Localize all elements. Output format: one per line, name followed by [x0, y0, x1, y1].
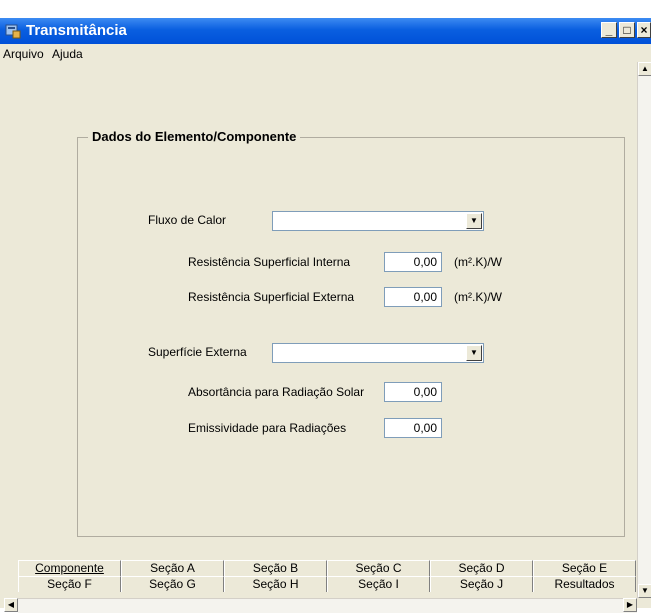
- absortancia-input[interactable]: 0,00: [384, 382, 442, 402]
- menu-bar: Arquivo Ajuda: [0, 44, 651, 62]
- rsi-unit: (m².K)/W: [454, 255, 502, 269]
- tab-row-1: Componente Seção A Seção B Seção C Seção…: [18, 560, 638, 576]
- arrow-up-icon[interactable]: ▲: [638, 62, 651, 76]
- tab-secao-b[interactable]: Seção B: [224, 560, 327, 576]
- tab-secao-e[interactable]: Seção E: [533, 560, 636, 576]
- tab-componente[interactable]: Componente: [18, 560, 121, 576]
- tab-secao-j[interactable]: Seção J: [430, 576, 533, 592]
- chevron-down-icon[interactable]: ▼: [466, 345, 482, 361]
- fluxo-calor-label: Fluxo de Calor: [148, 213, 227, 227]
- menu-ajuda[interactable]: Ajuda: [52, 47, 83, 61]
- rsi-label: Resistência Superficial Interna: [188, 255, 351, 269]
- minimize-button[interactable]: _: [601, 22, 617, 38]
- window-title: Transmitância: [26, 22, 127, 39]
- tab-secao-a[interactable]: Seção A: [121, 560, 224, 576]
- tab-secao-c[interactable]: Seção C: [327, 560, 430, 576]
- fluxo-calor-select[interactable]: ▼: [272, 211, 484, 231]
- absortancia-label: Absortância para Radiação Solar: [188, 385, 365, 399]
- app-window: Transmitância _ □ × Arquivo Ajuda Dados …: [0, 18, 651, 613]
- close-button[interactable]: ×: [637, 22, 651, 38]
- tab-secao-h[interactable]: Seção H: [224, 576, 327, 592]
- tab-secao-i[interactable]: Seção I: [327, 576, 430, 592]
- tab-resultados[interactable]: Resultados: [533, 576, 636, 592]
- emissividade-label: Emissividade para Radiações: [188, 421, 347, 435]
- superficie-externa-label: Superfície Externa: [148, 345, 247, 359]
- horizontal-scrollbar[interactable]: [18, 598, 637, 613]
- emissividade-input[interactable]: 0,00: [384, 418, 442, 438]
- group-title: Dados do Elemento/Componente: [88, 129, 301, 144]
- tab-row-2: Seção F Seção G Seção H Seção I Seção J …: [18, 576, 638, 592]
- rse-unit: (m².K)/W: [454, 290, 502, 304]
- tab-secao-d[interactable]: Seção D: [430, 560, 533, 576]
- vertical-scrollbar[interactable]: ▲ ▼: [637, 62, 651, 598]
- tab-secao-g[interactable]: Seção G: [121, 576, 224, 592]
- rse-label: Resistência Superficial Externa: [188, 290, 355, 304]
- rsi-input[interactable]: 0,00: [384, 252, 442, 272]
- title-bar[interactable]: Transmitância _ □ ×: [0, 18, 651, 44]
- arrow-left-icon[interactable]: ◀: [4, 598, 18, 612]
- tab-secao-f[interactable]: Seção F: [18, 576, 121, 592]
- form-content: Dados do Elemento/Componente Fluxo de Ca…: [0, 62, 637, 592]
- chevron-down-icon[interactable]: ▼: [466, 213, 482, 229]
- arrow-right-icon[interactable]: ▶: [623, 598, 637, 612]
- component-data-group: Dados do Elemento/Componente: [77, 129, 625, 537]
- superficie-externa-select[interactable]: ▼: [272, 343, 484, 363]
- maximize-button[interactable]: □: [619, 22, 635, 38]
- rse-input[interactable]: 0,00: [384, 287, 442, 307]
- app-icon: [5, 23, 21, 39]
- arrow-down-icon[interactable]: ▼: [638, 584, 651, 598]
- menu-arquivo[interactable]: Arquivo: [3, 47, 44, 61]
